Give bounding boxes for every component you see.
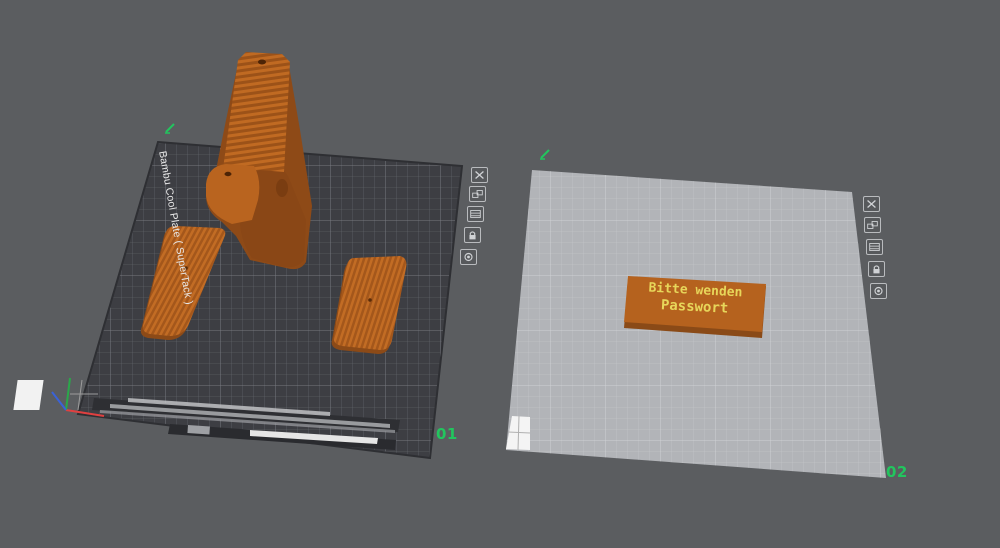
lock-icon (873, 265, 880, 274)
plate-02-lock-button[interactable] (868, 261, 885, 277)
lock-icon (469, 231, 476, 240)
3d-viewport[interactable] (0, 0, 1000, 548)
edit-plate-01-icon[interactable] (165, 123, 175, 134)
arrange-icon (867, 221, 878, 229)
edit-plate-02-icon[interactable] (540, 149, 550, 160)
orient-icon (869, 243, 880, 251)
plate-01-number[interactable]: 01 (436, 425, 458, 443)
plate-02-settings-button[interactable] (870, 283, 887, 299)
close-icon (867, 200, 876, 208)
close-icon (475, 171, 484, 179)
plate-02-number[interactable]: 02 (886, 463, 908, 481)
plate-01-delete-button[interactable] (471, 167, 488, 183)
plate-02-orient-button[interactable] (866, 239, 883, 255)
orient-icon (470, 210, 481, 218)
plate-02-delete-button[interactable] (863, 196, 880, 212)
settings-icon (874, 286, 883, 296)
plate-02-arrange-button[interactable] (864, 217, 881, 233)
arrange-icon (472, 190, 483, 198)
plate-01-settings-button[interactable] (460, 249, 477, 265)
settings-icon (464, 252, 473, 262)
plate-01-arrange-button[interactable] (469, 186, 486, 202)
plate-01-lock-button[interactable] (464, 227, 481, 243)
label-block-text: Bitte wenden Passwort (626, 278, 764, 319)
plate-01-orient-button[interactable] (467, 206, 484, 222)
